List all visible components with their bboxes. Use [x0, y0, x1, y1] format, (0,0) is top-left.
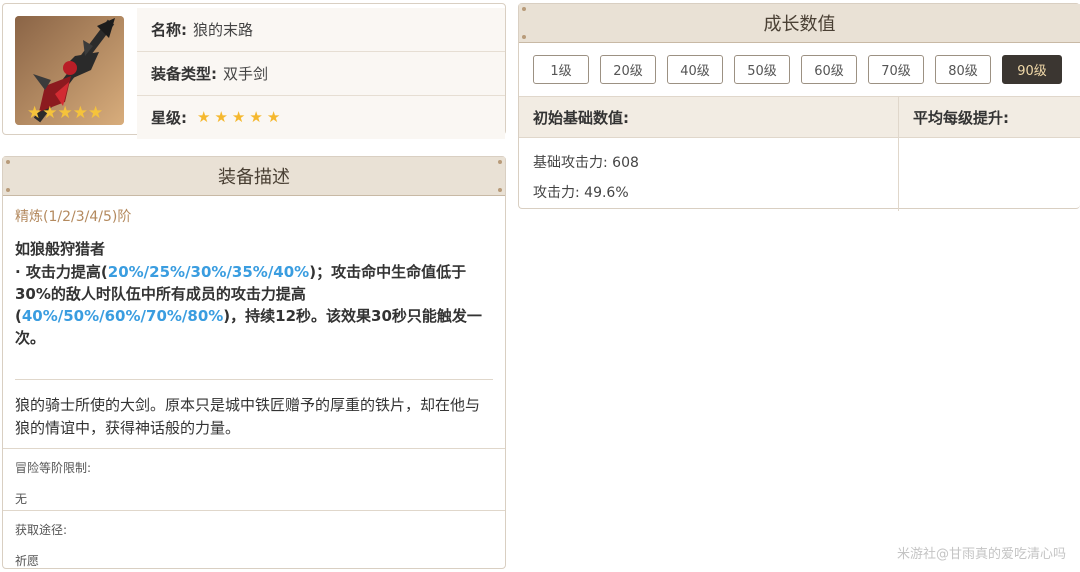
- source-block: 获取途径: 祈愿: [3, 510, 505, 570]
- sub-stat: 攻击力: 49.6%: [533, 185, 629, 201]
- refinement-label: 精炼(1/2/3/4/5)阶: [15, 209, 132, 225]
- level-button[interactable]: 40级: [667, 55, 723, 84]
- level-selector: 1级 20级 40级 50级 60级 70级 80级 90级: [519, 43, 1080, 96]
- corner-ornament: [498, 188, 502, 192]
- rarity-stars: ★ ★ ★ ★ ★: [197, 110, 280, 125]
- rank-limit-value: 无: [15, 492, 28, 506]
- description-header: 装备描述: [3, 157, 505, 196]
- weapon-lore: 狼的骑士所使的大剑。原本只是城中铁匠赠予的厚重的铁片，却在他与狼的情谊中，获得神…: [15, 396, 481, 437]
- type-label: 装备类型:: [151, 65, 217, 83]
- level-button[interactable]: 70级: [868, 55, 924, 84]
- stat-table-header: 初始基础数值: 平均每级提升:: [519, 96, 1080, 138]
- level-button[interactable]: 20级: [600, 55, 656, 84]
- level-button[interactable]: 60级: [801, 55, 857, 84]
- corner-ornament: [6, 188, 10, 192]
- base-stat-header: 初始基础数值:: [519, 97, 899, 137]
- growth-card: 成长数值 1级 20级 40级 50级 60级 70级 80级 90级 初始基础数值: 平均每…: [518, 3, 1080, 211]
- star-icon: ★: [27, 103, 43, 123]
- passive-name: 如狼般狩猎者: [15, 240, 106, 258]
- star-icon: ★: [42, 103, 58, 123]
- base-stat-values: 基础攻击力: 608 攻击力: 49.6%: [519, 138, 899, 211]
- watermark: 米游社@甘雨真的爱吃清心吗: [896, 547, 1066, 562]
- thumb-stars: ★ ★ ★ ★ ★: [27, 103, 103, 123]
- rank-limit-block: 冒险等阶限制: 无: [3, 448, 505, 510]
- avg-growth-header: 平均每级提升:: [913, 108, 1009, 127]
- growth-title: 成长数值: [763, 14, 836, 35]
- star-icon: ★: [249, 108, 263, 126]
- source-value: 祈愿: [15, 554, 40, 568]
- growth-header: 成长数值: [519, 4, 1080, 43]
- passive-values-2: 40%/50%/60%/70%/80%: [21, 307, 224, 325]
- weapon-info-card: ★ ★ ★ ★ ★ 名称: 狼的末路 装备类型: 双手剑 星级: ★ ★ ★ ★…: [2, 3, 506, 139]
- source-label: 获取途径:: [15, 523, 68, 537]
- star-icon: ★: [72, 103, 88, 123]
- star-icon: ★: [231, 108, 246, 126]
- passive-effect: · 攻击力提高(20%/25%/30%/35%/40%)；攻击命中生命值低于30…: [15, 261, 493, 349]
- name-row: 名称: 狼的末路: [137, 8, 505, 52]
- passive-values-1: 20%/25%/30%/35%/40%: [107, 263, 310, 281]
- level-button[interactable]: 50级: [734, 55, 790, 84]
- rank-limit-label: 冒险等阶限制:: [15, 461, 92, 475]
- star-icon: ★: [57, 103, 73, 123]
- description-title: 装备描述: [218, 167, 290, 188]
- weapon-type: 双手剑: [223, 65, 269, 83]
- passive-text-1: · 攻击力提高(: [15, 263, 108, 281]
- name-label: 名称:: [151, 21, 187, 39]
- level-button[interactable]: 1级: [533, 55, 589, 84]
- description-body: 精炼(1/2/3/4/5)阶 如狼般狩猎者 · 攻击力提高(20%/25%/30…: [3, 196, 505, 380]
- weapon-name: 狼的末路: [193, 21, 254, 39]
- base-atk: 基础攻击力: 608: [533, 155, 639, 171]
- stat-table-body: 基础攻击力: 608 攻击力: 49.6%: [519, 138, 1080, 211]
- star-icon: ★: [88, 103, 104, 123]
- star-icon: ★: [266, 108, 281, 126]
- corner-ornament: [522, 7, 526, 11]
- rarity-row: 星级: ★ ★ ★ ★ ★: [137, 96, 505, 139]
- description-card: 装备描述 精炼(1/2/3/4/5)阶 如狼般狩猎者 · 攻击力提高(20%/2…: [2, 156, 506, 569]
- rarity-label: 星级:: [151, 109, 187, 127]
- corner-ornament: [498, 160, 502, 164]
- corner-ornament: [522, 35, 526, 39]
- star-icon: ★: [214, 108, 228, 126]
- level-button[interactable]: 90级: [1002, 55, 1062, 84]
- level-button[interactable]: 80级: [935, 55, 991, 84]
- type-row: 装备类型: 双手剑: [137, 52, 505, 96]
- weapon-image: ★ ★ ★ ★ ★: [15, 16, 124, 125]
- weapon-info-table: 名称: 狼的末路 装备类型: 双手剑 星级: ★ ★ ★ ★ ★: [137, 8, 505, 139]
- corner-ornament: [6, 160, 10, 164]
- star-icon: ★: [197, 108, 211, 126]
